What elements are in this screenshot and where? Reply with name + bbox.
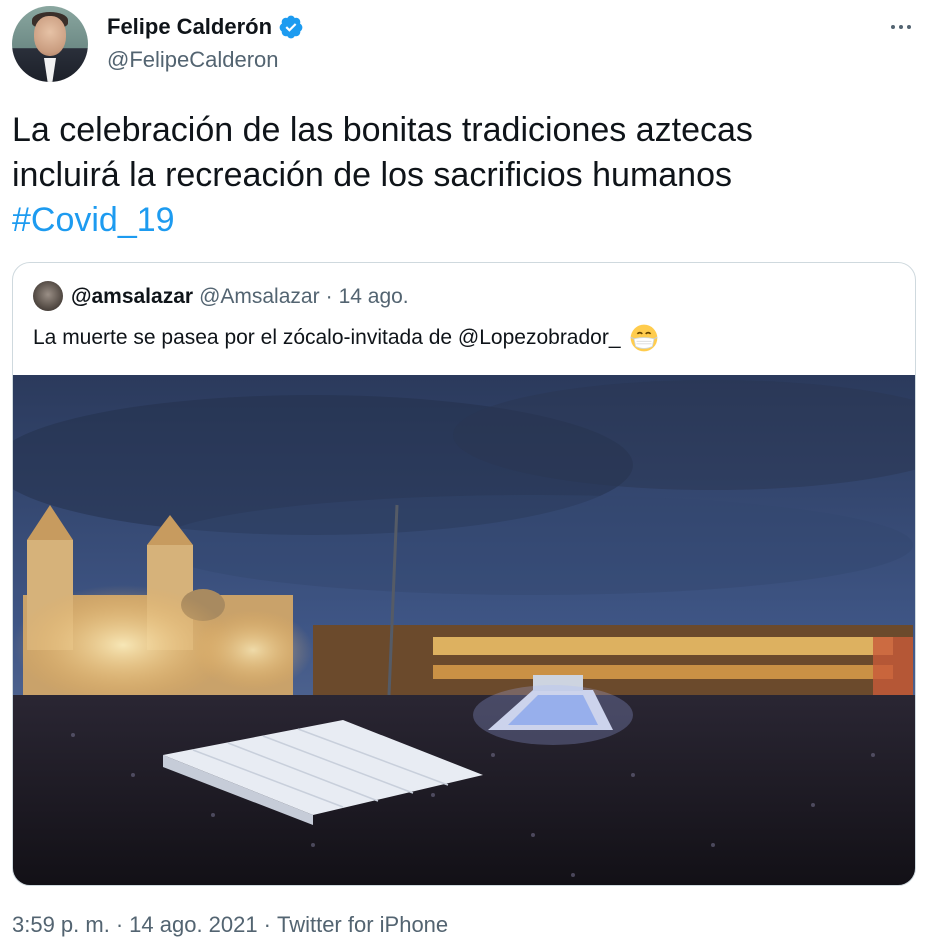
more-dot — [907, 25, 911, 29]
zocalo-photo[interactable] — [13, 375, 915, 885]
avatar-face — [34, 16, 66, 56]
tweet-text: La celebración de las bonitas tradicione… — [12, 108, 912, 243]
author-avatar[interactable] — [12, 6, 88, 82]
author-name[interactable]: Felipe Calderón — [107, 14, 272, 40]
avatar-shirt — [44, 58, 56, 82]
face-with-medical-mask-icon — [629, 324, 658, 352]
verified-badge-icon — [279, 15, 303, 39]
quoted-name[interactable]: @amsalazar — [71, 285, 193, 309]
tweet-date[interactable]: 14 ago. 2021 — [129, 912, 257, 938]
quoted-text-row: La muerte se pasea por el zócalo-invitad… — [33, 323, 659, 353]
footer-separator: · — [115, 912, 124, 937]
quoted-separator: · — [325, 285, 333, 308]
quoted-handle[interactable]: @Amsalazar — [199, 285, 320, 309]
tweet-source[interactable]: Twitter for iPhone — [277, 912, 448, 938]
tweet-text-line: La celebración de las bonitas tradicione… — [12, 111, 753, 149]
quoted-header: @amsalazar @Amsalazar · 14 ago. — [71, 285, 409, 309]
tweet-footer: 3:59 p. m. · 14 ago. 2021 · Twitter for … — [12, 912, 448, 938]
more-options-icon[interactable] — [884, 10, 918, 44]
tweet-text-line: incluirá la recreación de los sacrificio… — [12, 156, 732, 194]
quoted-avatar[interactable] — [33, 281, 63, 311]
more-dot — [891, 25, 895, 29]
more-dot — [899, 25, 903, 29]
author-handle[interactable]: @FelipeCalderon — [107, 47, 279, 73]
quoted-date[interactable]: 14 ago. — [339, 285, 409, 309]
quoted-text: La muerte se pasea por el zócalo-invitad… — [33, 326, 621, 349]
tweet: Felipe Calderón @FelipeCalderon La celeb… — [0, 0, 944, 948]
zocalo-photo-illustration — [13, 375, 915, 885]
author-name-row[interactable]: Felipe Calderón — [107, 14, 304, 40]
quoted-tweet[interactable]: @amsalazar @Amsalazar · 14 ago. La muert… — [12, 262, 916, 886]
footer-separator: · — [263, 912, 271, 937]
tweet-time[interactable]: 3:59 p. m. — [12, 912, 110, 938]
hashtag-link[interactable]: #Covid_19 — [12, 198, 912, 243]
